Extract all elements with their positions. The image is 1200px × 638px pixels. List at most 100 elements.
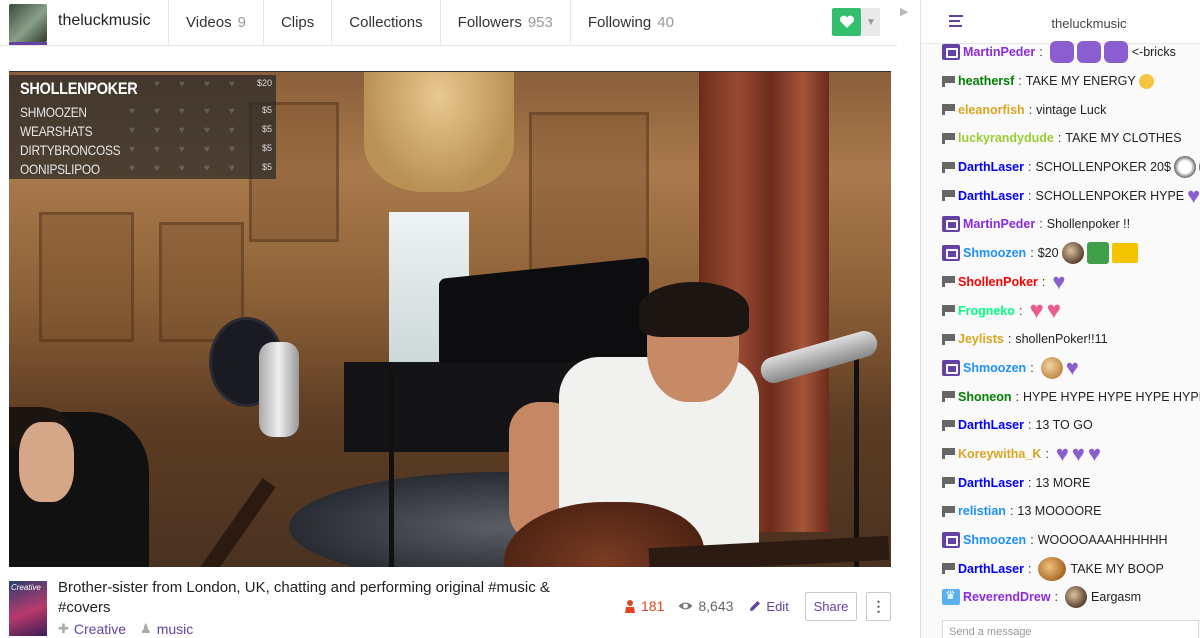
avatar-active-indicator xyxy=(9,42,47,45)
heart-emote-icon[interactable]: ♥ xyxy=(1088,442,1101,465)
donor-row: SHMOOZEN ♥♥♥♥♥ $5 xyxy=(9,102,276,121)
face-emote-icon[interactable] xyxy=(1040,356,1063,379)
collapse-sidebar-arrow-icon[interactable]: ▶ xyxy=(900,5,908,18)
heart-emote-icon[interactable]: ♥ xyxy=(1072,442,1085,465)
chat-separator: : xyxy=(1028,188,1032,203)
tab-clips[interactable]: Clips xyxy=(262,0,331,45)
bubble-emote-icon[interactable] xyxy=(1049,41,1074,64)
chat-username[interactable]: eleanorfish xyxy=(958,103,1025,117)
chat-message: Frogneko: ♥ ♥ xyxy=(942,296,1200,325)
stream-tags: ✚ Creative ♟ music xyxy=(58,621,193,637)
tab-followers[interactable]: Followers 953 xyxy=(439,0,570,45)
chat-message: Shmoozen: ♥ xyxy=(942,354,1200,383)
heart-emote-icon[interactable]: ♥ xyxy=(1066,356,1079,379)
crown-badge-icon[interactable] xyxy=(942,588,960,606)
chat-username[interactable]: relistian xyxy=(958,504,1006,518)
chat-message: MartinPeder: Shollenpoker !! xyxy=(942,210,1200,239)
bubble-emote-icon[interactable] xyxy=(1103,41,1128,64)
tag-label: Creative xyxy=(73,621,127,637)
heart-emote-icon[interactable]: ♥ xyxy=(1052,270,1065,293)
moderator-badge-icon[interactable] xyxy=(942,132,955,144)
chat-text: SCHOLLENPOKER 20$ xyxy=(1035,160,1171,175)
channel-name[interactable]: theluckmusic xyxy=(58,12,150,30)
green-emote-icon[interactable] xyxy=(1086,242,1109,265)
donor-amount: $5 xyxy=(261,105,272,115)
tab-count: 40 xyxy=(657,14,674,31)
tag-creative[interactable]: ✚ Creative xyxy=(58,621,126,637)
mic-stand xyxy=(389,372,394,567)
chat-username[interactable]: DarthLaser xyxy=(958,476,1024,490)
subscriber-badge-icon[interactable] xyxy=(942,44,960,61)
chat-separator: : xyxy=(1054,590,1059,605)
chat-username[interactable]: DarthLaser xyxy=(958,160,1024,174)
edit-button[interactable]: Edit xyxy=(749,599,789,614)
hype-emote-icon[interactable] xyxy=(1111,243,1138,264)
moderator-badge-icon[interactable] xyxy=(942,419,955,431)
moderator-badge-icon[interactable] xyxy=(942,75,955,87)
panda-emote-icon[interactable] xyxy=(1173,156,1196,179)
chat-username[interactable]: Jeylists xyxy=(958,332,1004,346)
moderator-badge-icon[interactable] xyxy=(942,448,955,460)
puzzle-icon: ✚ xyxy=(58,621,69,636)
chat-username[interactable]: DarthLaser xyxy=(958,562,1024,576)
chat-message: relistian:13 MOOOORE xyxy=(942,497,1200,526)
chat-username[interactable]: Shmoozen xyxy=(963,361,1026,375)
subscriber-badge-icon[interactable] xyxy=(942,532,960,549)
eye-icon xyxy=(678,602,693,610)
share-button[interactable]: Share xyxy=(805,592,857,621)
heart-emote-icon[interactable]: ♥ xyxy=(1187,184,1200,207)
chat-username[interactable]: Shoneon xyxy=(958,390,1011,404)
pinkheart-emote-icon[interactable]: ♥ xyxy=(1047,298,1061,322)
chat-text: TAKE MY ENERGY xyxy=(1025,74,1136,89)
chat-title: theluckmusic xyxy=(1051,16,1127,31)
follow-dropdown-button[interactable]: ▼ xyxy=(862,8,880,36)
chat-username[interactable]: DarthLaser xyxy=(958,189,1024,203)
moderator-badge-icon[interactable] xyxy=(942,161,955,173)
chat-separator: : xyxy=(1028,418,1032,433)
moderator-badge-icon[interactable] xyxy=(942,190,955,202)
tab-collections[interactable]: Collections xyxy=(331,0,439,45)
chat-username[interactable]: ShollenPoker xyxy=(958,275,1038,289)
tab-videos[interactable]: Videos 9 xyxy=(168,0,263,45)
chat-separator: : xyxy=(1018,303,1023,318)
donor-row: SHOLLENPOKER ♥♥♥♥♥ $20 xyxy=(9,75,276,102)
chat-username[interactable]: ReverendDrew xyxy=(963,590,1051,604)
dark-emote-icon[interactable] xyxy=(1061,242,1084,265)
game-box-art[interactable]: Creative xyxy=(9,581,47,636)
moderator-badge-icon[interactable] xyxy=(942,563,955,575)
chat-message: Jeylists: shollenPoker!!11 xyxy=(942,325,1200,354)
channel-avatar[interactable] xyxy=(9,4,47,42)
moderator-badge-icon[interactable] xyxy=(942,333,955,345)
moderator-badge-icon[interactable] xyxy=(942,276,955,288)
chat-username[interactable]: Shmoozen xyxy=(963,246,1026,260)
chat-input[interactable]: Send a message xyxy=(942,620,1199,638)
chat-username[interactable]: Frogneko xyxy=(958,304,1015,318)
wall-panel xyxy=(529,112,649,272)
chat-username[interactable]: DarthLaser xyxy=(958,418,1024,432)
boop-emote-icon[interactable] xyxy=(1038,556,1067,581)
chat-username[interactable]: MartinPeder xyxy=(963,45,1035,59)
heart-emote-icon[interactable]: ♥ xyxy=(1056,442,1069,465)
smile-emote-icon[interactable] xyxy=(1138,73,1154,89)
moderator-badge-icon[interactable] xyxy=(942,505,955,517)
chat-username[interactable]: luckyrandydude xyxy=(958,131,1054,145)
chat-username[interactable]: MartinPeder xyxy=(963,217,1035,231)
chat-username[interactable]: Koreywitha_K xyxy=(958,447,1041,461)
chat-separator: : xyxy=(1028,561,1032,576)
subscriber-badge-icon[interactable] xyxy=(942,359,960,376)
tab-following[interactable]: Following 40 xyxy=(569,0,691,45)
subscriber-badge-icon[interactable] xyxy=(942,216,960,233)
tag-music[interactable]: ♟ music xyxy=(140,621,193,637)
follow-button[interactable] xyxy=(832,8,861,36)
chat-username[interactable]: Shmoozen xyxy=(963,533,1026,547)
bubble-emote-icon[interactable] xyxy=(1076,41,1101,64)
pinkheart-emote-icon[interactable]: ♥ xyxy=(1029,298,1043,322)
subscriber-badge-icon[interactable] xyxy=(942,245,960,262)
moderator-badge-icon[interactable] xyxy=(942,477,955,489)
chat-username[interactable]: heathersf xyxy=(958,74,1014,88)
dark-emote-icon[interactable] xyxy=(1065,586,1088,609)
moderator-badge-icon[interactable] xyxy=(942,305,955,317)
more-options-button[interactable]: ⋮ xyxy=(866,592,891,621)
moderator-badge-icon[interactable] xyxy=(942,104,955,116)
moderator-badge-icon[interactable] xyxy=(942,391,955,403)
